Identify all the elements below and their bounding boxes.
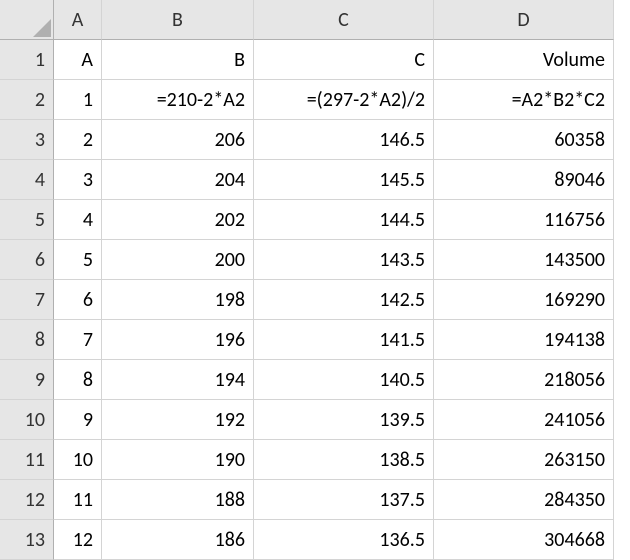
cell-A1[interactable]: A <box>54 40 102 80</box>
cell-B7[interactable]: 198 <box>102 280 254 320</box>
cell-B9[interactable]: 194 <box>102 360 254 400</box>
cell-D8[interactable]: 194138 <box>434 320 614 360</box>
cell-A2[interactable]: 1 <box>54 80 102 120</box>
col-header-C[interactable]: C <box>254 0 434 40</box>
cell-A13[interactable]: 12 <box>54 520 102 560</box>
cell-D10[interactable]: 241056 <box>434 400 614 440</box>
row-header-7[interactable]: 7 <box>0 280 54 320</box>
row-header-12[interactable]: 12 <box>0 480 54 520</box>
cell-B13[interactable]: 186 <box>102 520 254 560</box>
cell-D11[interactable]: 263150 <box>434 440 614 480</box>
cell-C12[interactable]: 137.5 <box>254 480 434 520</box>
cell-D7[interactable]: 169290 <box>434 280 614 320</box>
cell-B12[interactable]: 188 <box>102 480 254 520</box>
cell-B8[interactable]: 196 <box>102 320 254 360</box>
cell-D5[interactable]: 116756 <box>434 200 614 240</box>
cell-D6[interactable]: 143500 <box>434 240 614 280</box>
cell-A11[interactable]: 10 <box>54 440 102 480</box>
row-header-11[interactable]: 11 <box>0 440 54 480</box>
cell-C10[interactable]: 139.5 <box>254 400 434 440</box>
cell-C3[interactable]: 146.5 <box>254 120 434 160</box>
row-header-9[interactable]: 9 <box>0 360 54 400</box>
cell-D12[interactable]: 284350 <box>434 480 614 520</box>
col-header-B[interactable]: B <box>102 0 254 40</box>
col-header-D[interactable]: D <box>434 0 614 40</box>
cell-A8[interactable]: 7 <box>54 320 102 360</box>
cell-A7[interactable]: 6 <box>54 280 102 320</box>
cell-A9[interactable]: 8 <box>54 360 102 400</box>
row-header-13[interactable]: 13 <box>0 520 54 560</box>
cell-C11[interactable]: 138.5 <box>254 440 434 480</box>
row-header-3[interactable]: 3 <box>0 120 54 160</box>
row-header-5[interactable]: 5 <box>0 200 54 240</box>
select-all-corner[interactable] <box>0 0 54 40</box>
cell-B10[interactable]: 192 <box>102 400 254 440</box>
cell-A12[interactable]: 11 <box>54 480 102 520</box>
cell-B11[interactable]: 190 <box>102 440 254 480</box>
cell-B5[interactable]: 202 <box>102 200 254 240</box>
cell-D3[interactable]: 60358 <box>434 120 614 160</box>
cell-C13[interactable]: 136.5 <box>254 520 434 560</box>
cell-C1[interactable]: C <box>254 40 434 80</box>
cell-B3[interactable]: 206 <box>102 120 254 160</box>
cell-C2[interactable]: =(297-2*A2)/2 <box>254 80 434 120</box>
cell-A5[interactable]: 4 <box>54 200 102 240</box>
cell-B6[interactable]: 200 <box>102 240 254 280</box>
cell-C7[interactable]: 142.5 <box>254 280 434 320</box>
col-header-A[interactable]: A <box>54 0 102 40</box>
cell-D13[interactable]: 304668 <box>434 520 614 560</box>
cell-C6[interactable]: 143.5 <box>254 240 434 280</box>
cell-C4[interactable]: 145.5 <box>254 160 434 200</box>
cell-C8[interactable]: 141.5 <box>254 320 434 360</box>
cell-A3[interactable]: 2 <box>54 120 102 160</box>
row-header-4[interactable]: 4 <box>0 160 54 200</box>
row-header-10[interactable]: 10 <box>0 400 54 440</box>
row-header-2[interactable]: 2 <box>0 80 54 120</box>
spreadsheet-grid: A B C D 1 A B C Volume 2 1 =210-2*A2 =(2… <box>0 0 630 560</box>
row-header-6[interactable]: 6 <box>0 240 54 280</box>
cell-D1[interactable]: Volume <box>434 40 614 80</box>
cell-C9[interactable]: 140.5 <box>254 360 434 400</box>
cell-D4[interactable]: 89046 <box>434 160 614 200</box>
cell-B2[interactable]: =210-2*A2 <box>102 80 254 120</box>
cell-C5[interactable]: 144.5 <box>254 200 434 240</box>
cell-A4[interactable]: 3 <box>54 160 102 200</box>
cell-D9[interactable]: 218056 <box>434 360 614 400</box>
row-header-1[interactable]: 1 <box>0 40 54 80</box>
select-all-triangle-icon <box>33 19 51 37</box>
row-header-8[interactable]: 8 <box>0 320 54 360</box>
cell-B1[interactable]: B <box>102 40 254 80</box>
cell-A10[interactable]: 9 <box>54 400 102 440</box>
cell-B4[interactable]: 204 <box>102 160 254 200</box>
cell-A6[interactable]: 5 <box>54 240 102 280</box>
cell-D2[interactable]: =A2*B2*C2 <box>434 80 614 120</box>
